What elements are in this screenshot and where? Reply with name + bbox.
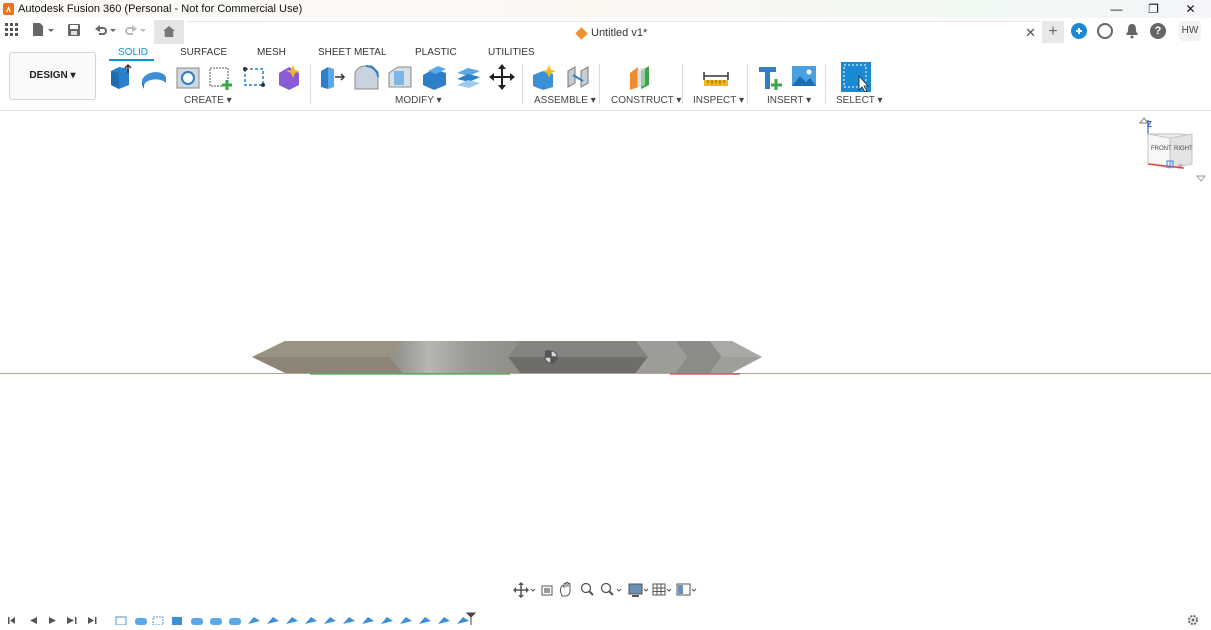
divider [825,64,826,104]
insert-derive-icon[interactable] [756,63,784,91]
help-icon[interactable]: ? [1150,23,1166,39]
extrude-revolve-icon[interactable] [140,63,168,91]
title-bar: Autodesk Fusion 360 (Personal - Not for … [0,0,1211,18]
close-window-button[interactable]: ✕ [1172,0,1209,18]
timeline [0,607,1211,626]
fit-zoom-icon [600,582,622,596]
offset-plane-icon[interactable] [627,63,655,91]
measure-icon[interactable] [702,63,730,91]
fusion-logo-icon [3,3,14,15]
select-icon[interactable] [841,62,871,92]
tab-plastic[interactable]: PLASTIC [415,47,457,58]
display-settings-icon [628,583,649,597]
navigation-bar [512,580,702,600]
orbit-icon [513,582,529,598]
extensions-icon[interactable] [1071,23,1087,39]
joint-icon[interactable] [564,63,592,91]
home-button[interactable] [154,20,184,44]
divider [310,64,311,104]
form-icon[interactable] [275,63,303,91]
new-tab-button[interactable]: + [1042,21,1064,43]
timeline-feature-icons [115,616,469,626]
press-pull-icon[interactable] [318,63,346,91]
undo-icon[interactable] [93,23,119,37]
viewcube-x-label: X [1178,164,1183,171]
timeline-settings-gear-icon [1188,615,1198,625]
create-menu[interactable]: CREATE ▾ [184,95,232,106]
divider [522,64,523,104]
document-tab[interactable]: Untitled v1* ✕ [186,21,1040,44]
pan-hand-icon [560,581,571,597]
viewcube[interactable]: FRONT RIGHT Z X [1138,116,1202,182]
viewcube-z-label: Z [1147,120,1152,129]
tab-surface[interactable]: SURFACE [180,47,227,58]
divider [599,64,600,104]
job-status-icon[interactable] [1097,23,1113,39]
fillet-icon[interactable] [352,63,380,91]
shell-icon[interactable] [420,63,448,91]
construct-menu[interactable]: CONSTRUCT ▾ [611,95,681,106]
select-menu[interactable]: SELECT ▾ [836,95,883,106]
close-tab-icon[interactable]: ✕ [1025,25,1036,41]
new-component-assemble-icon[interactable] [530,63,558,91]
move-copy-icon[interactable] [488,63,516,91]
tab-solid[interactable]: SOLID [118,47,148,58]
divider [747,64,748,104]
data-panel-grid-icon[interactable] [5,23,19,37]
redo-icon[interactable] [123,23,149,37]
chamfer-icon[interactable] [386,63,414,91]
user-avatar[interactable]: HW [1179,21,1201,41]
tab-utilities[interactable]: UTILITIES [488,47,535,58]
insert-menu[interactable]: INSERT ▾ [767,95,811,106]
active-tab-underline [109,59,154,61]
tab-sheet-metal[interactable]: SHEET METAL [318,47,387,58]
workspace-switcher[interactable]: DESIGN ▾ [9,52,96,100]
document-title: Untitled v1* [591,27,648,39]
hole-icon[interactable] [174,63,202,91]
viewcube-front-label: FRONT [1151,146,1172,152]
tab-mesh[interactable]: MESH [257,47,286,58]
viewports-icon [676,583,697,596]
grid-settings-icon [652,583,672,596]
document-cube-icon [575,27,588,40]
model-body[interactable] [250,338,766,376]
save-icon[interactable] [67,23,81,37]
inspect-menu[interactable]: INSPECT ▾ [693,95,744,106]
timeline-marker [465,612,477,625]
viewcube-menu-chevron-icon[interactable] [1196,175,1206,183]
window-title: Autodesk Fusion 360 (Personal - Not for … [18,3,303,15]
file-menu-icon[interactable] [32,23,56,37]
look-at-icon [541,585,553,596]
insert-image-icon[interactable] [790,63,818,91]
divider [682,64,683,104]
new-component-icon[interactable] [107,63,135,91]
timeline-playback-controls [8,617,97,624]
minimize-button[interactable]: — [1098,0,1135,18]
modify-menu[interactable]: MODIFY ▾ [395,95,442,106]
assemble-menu[interactable]: ASSEMBLE ▾ [534,95,596,106]
notifications-bell-icon[interactable] [1125,23,1139,39]
sketch-dimension-icon[interactable] [241,63,269,91]
create-sketch-icon[interactable] [207,63,235,91]
viewcube-right-label: RIGHT [1174,146,1193,152]
combine-icon[interactable] [454,63,482,91]
zoom-icon [580,582,594,596]
maximize-button[interactable]: ❐ [1135,0,1172,18]
